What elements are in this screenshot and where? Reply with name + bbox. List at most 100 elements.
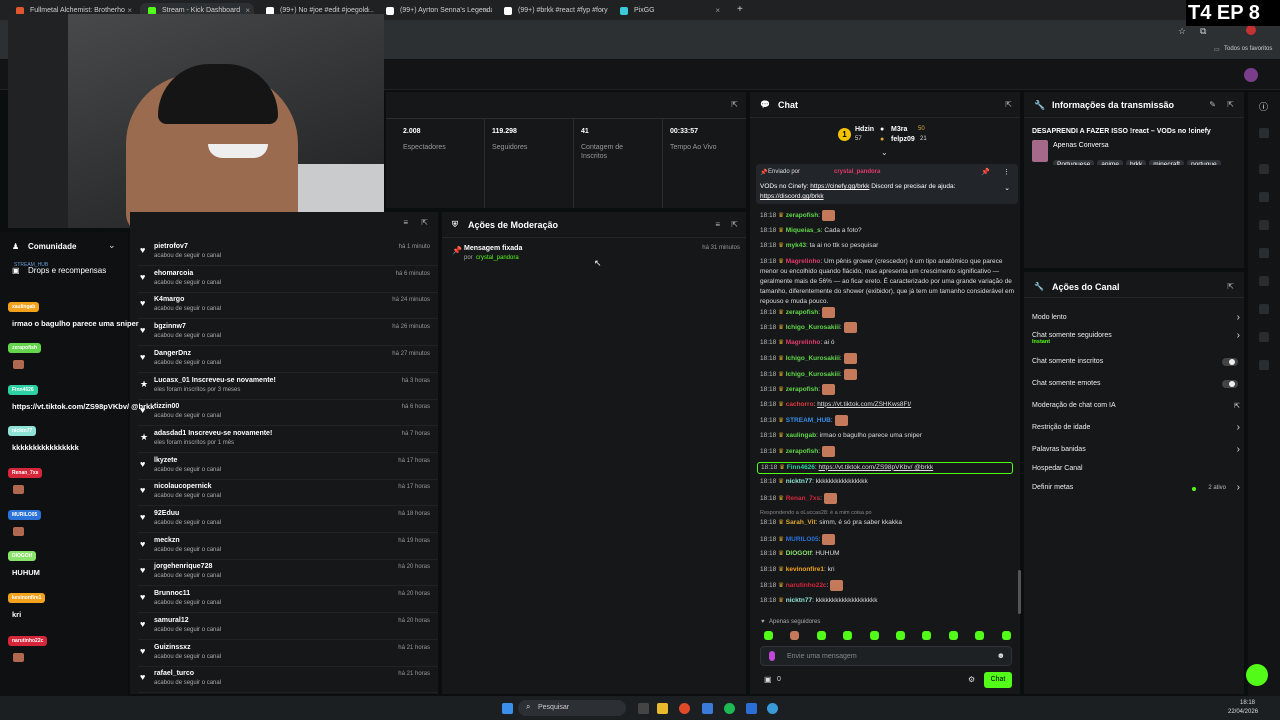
unpin-icon[interactable]: 📌	[981, 168, 990, 176]
bookmarks-all-label[interactable]: Todos os favoritos	[1224, 46, 1272, 52]
chat-icon[interactable]	[1259, 248, 1269, 258]
activity-name[interactable]: Lucasx_01 Inscreveu-se novamente!	[154, 377, 276, 384]
clock-date[interactable]: 22/04/2026	[1228, 709, 1258, 715]
task-view-icon[interactable]	[638, 703, 649, 714]
bolt-icon[interactable]	[1259, 192, 1269, 202]
chevron-right-icon[interactable]: ›	[1237, 444, 1240, 455]
chat-username[interactable]: STREAM_HUB	[786, 417, 831, 424]
expand-icon[interactable]: ⇱	[731, 220, 738, 229]
chat-username[interactable]: zerapofish	[786, 448, 819, 455]
category-name[interactable]: Apenas Conversa	[1053, 142, 1109, 149]
chat-username[interactable]: Ichigo_Kurosakiii	[786, 355, 840, 362]
stream-tag[interactable]: brkk	[1125, 160, 1147, 165]
activity-name[interactable]: 92Eduu	[154, 510, 179, 517]
chevron-down-icon[interactable]: ⌄	[108, 240, 116, 251]
toggle-switch[interactable]	[1222, 358, 1238, 366]
app-icon[interactable]	[702, 703, 713, 714]
more-icon[interactable]: ⋮	[1003, 168, 1010, 176]
user-avatar[interactable]	[1244, 68, 1258, 82]
browser-tab[interactable]: PixGG ×	[612, 3, 724, 19]
chat-username[interactable]: Magrelinho	[786, 339, 821, 346]
activity-name[interactable]: samural12	[154, 617, 189, 624]
emote-icon[interactable]	[790, 631, 800, 640]
send-chat-button[interactable]: Chat	[984, 672, 1012, 688]
close-icon[interactable]: ×	[715, 6, 720, 15]
profile-icon[interactable]	[1246, 25, 1256, 35]
gear-icon[interactable]: ⚙	[968, 675, 975, 684]
emote-icon[interactable]	[869, 631, 879, 640]
emote-icon[interactable]	[922, 631, 932, 640]
channel-action-item[interactable]: Definir metas › 2 ativo	[1032, 482, 1240, 493]
chat-username[interactable]: Finn4626	[787, 464, 815, 471]
expand-icon[interactable]: ⇱	[1227, 282, 1234, 291]
chat-username[interactable]: myk43	[786, 242, 806, 249]
pinned-link-2[interactable]: https://discord.gg/brkk	[760, 193, 824, 200]
toggle-switch[interactable]	[1222, 380, 1238, 388]
channel-action-item[interactable]: Chat somente inscritos	[1032, 358, 1240, 366]
chat-scrollbar[interactable]	[1018, 570, 1021, 614]
mod-item-user[interactable]: crystal_pandora	[476, 255, 519, 261]
leader-name[interactable]: Hdzin	[855, 126, 874, 133]
windows-start-icon[interactable]	[502, 703, 513, 714]
chrome-icon[interactable]	[679, 703, 690, 714]
chat-username[interactable]: Ichigo_Kurosakiii	[786, 324, 840, 331]
channel-action-item[interactable]: Chat somente emotes	[1032, 380, 1240, 388]
chat-username[interactable]: nicktn77	[786, 597, 812, 604]
spotify-icon[interactable]	[724, 703, 735, 714]
stream-tag[interactable]: anime	[1097, 160, 1123, 165]
link-icon[interactable]	[1259, 276, 1269, 286]
chat-username[interactable]: nicktn77	[786, 478, 812, 485]
chat-username[interactable]: Miqueias_s	[786, 227, 821, 234]
pinned-link[interactable]: https://cinefy.gg/brkk	[810, 183, 869, 190]
stream-tag[interactable]: minecraft	[1149, 160, 1184, 165]
chat-username[interactable]: kevinonfire1	[786, 566, 824, 573]
browser-tab[interactable]: (99+) Ayrton Senna's Legendar ×	[378, 3, 492, 19]
users-icon[interactable]	[1259, 360, 1269, 370]
expand-icon[interactable]: ⇱	[1227, 100, 1234, 109]
chat-username[interactable]: zerapofish	[786, 386, 819, 393]
folder-icon[interactable]: ▭	[1214, 46, 1220, 53]
chat-username[interactable]: DIOGOtf	[786, 550, 812, 557]
activity-name[interactable]: rafael_turco	[154, 670, 194, 677]
close-icon[interactable]: ×	[483, 6, 488, 15]
emote-icon[interactable]	[816, 631, 826, 640]
emote-icon[interactable]	[896, 631, 905, 640]
chat-username[interactable]: narutinho22c	[786, 582, 827, 589]
activity-name[interactable]: meckzn	[154, 537, 180, 544]
chat-username[interactable]: Ichigo_Kurosakiii	[786, 371, 840, 378]
leader-name[interactable]: M3ra	[891, 126, 907, 133]
app-icon-2[interactable]	[746, 703, 757, 714]
channel-action-item[interactable]: Palavras banidas ›	[1032, 444, 1240, 455]
taskbar-search[interactable]: ⌕ Pesquisar	[518, 700, 626, 716]
edit-icon[interactable]: ✎	[1209, 100, 1216, 109]
chat-username[interactable]: xaulingab	[786, 432, 816, 439]
chevron-right-icon[interactable]: ›	[1237, 482, 1240, 493]
emote-icon[interactable]	[1001, 631, 1011, 640]
filter-icon[interactable]: ≡	[403, 218, 408, 227]
floating-action-button[interactable]	[1246, 664, 1268, 686]
channel-action-item[interactable]: Moderação de chat com IA ⇱	[1032, 402, 1240, 410]
channel-action-item[interactable]: Hospedar Canal	[1032, 465, 1240, 472]
emote-icon[interactable]	[975, 631, 985, 640]
chat-username[interactable]: cachorro	[786, 401, 814, 408]
phone-icon[interactable]	[1259, 220, 1269, 230]
activity-name[interactable]: jorgehenrique728	[154, 563, 212, 570]
pinned-user[interactable]: crystal_pandora	[834, 169, 880, 175]
stream-tag[interactable]: portugue	[1186, 160, 1221, 165]
clock-time[interactable]: 18:18	[1240, 700, 1255, 706]
chat-username[interactable]: Magrelinho	[786, 258, 821, 265]
activity-name[interactable]: lkyzete	[154, 457, 177, 464]
channel-action-item[interactable]: Chat somente seguidores Instant ›	[1032, 330, 1240, 345]
emote-icon[interactable]	[948, 631, 958, 640]
app-icon-3[interactable]	[767, 703, 778, 714]
activity-name[interactable]: K4margo	[154, 296, 184, 303]
expand-icon[interactable]: ⇱	[731, 100, 738, 109]
filter-icon[interactable]: ≡	[715, 220, 720, 229]
file-explorer-icon[interactable]	[657, 703, 668, 714]
wrench-icon[interactable]	[1259, 332, 1269, 342]
chevron-down-icon[interactable]: ⌄	[1004, 184, 1010, 192]
star-icon[interactable]: ☆	[1178, 26, 1186, 37]
chevron-right-icon[interactable]: ›	[1237, 422, 1240, 433]
activity-name[interactable]: bgzinnw7	[154, 323, 186, 330]
chevron-down-icon[interactable]: ⌄	[881, 148, 888, 157]
